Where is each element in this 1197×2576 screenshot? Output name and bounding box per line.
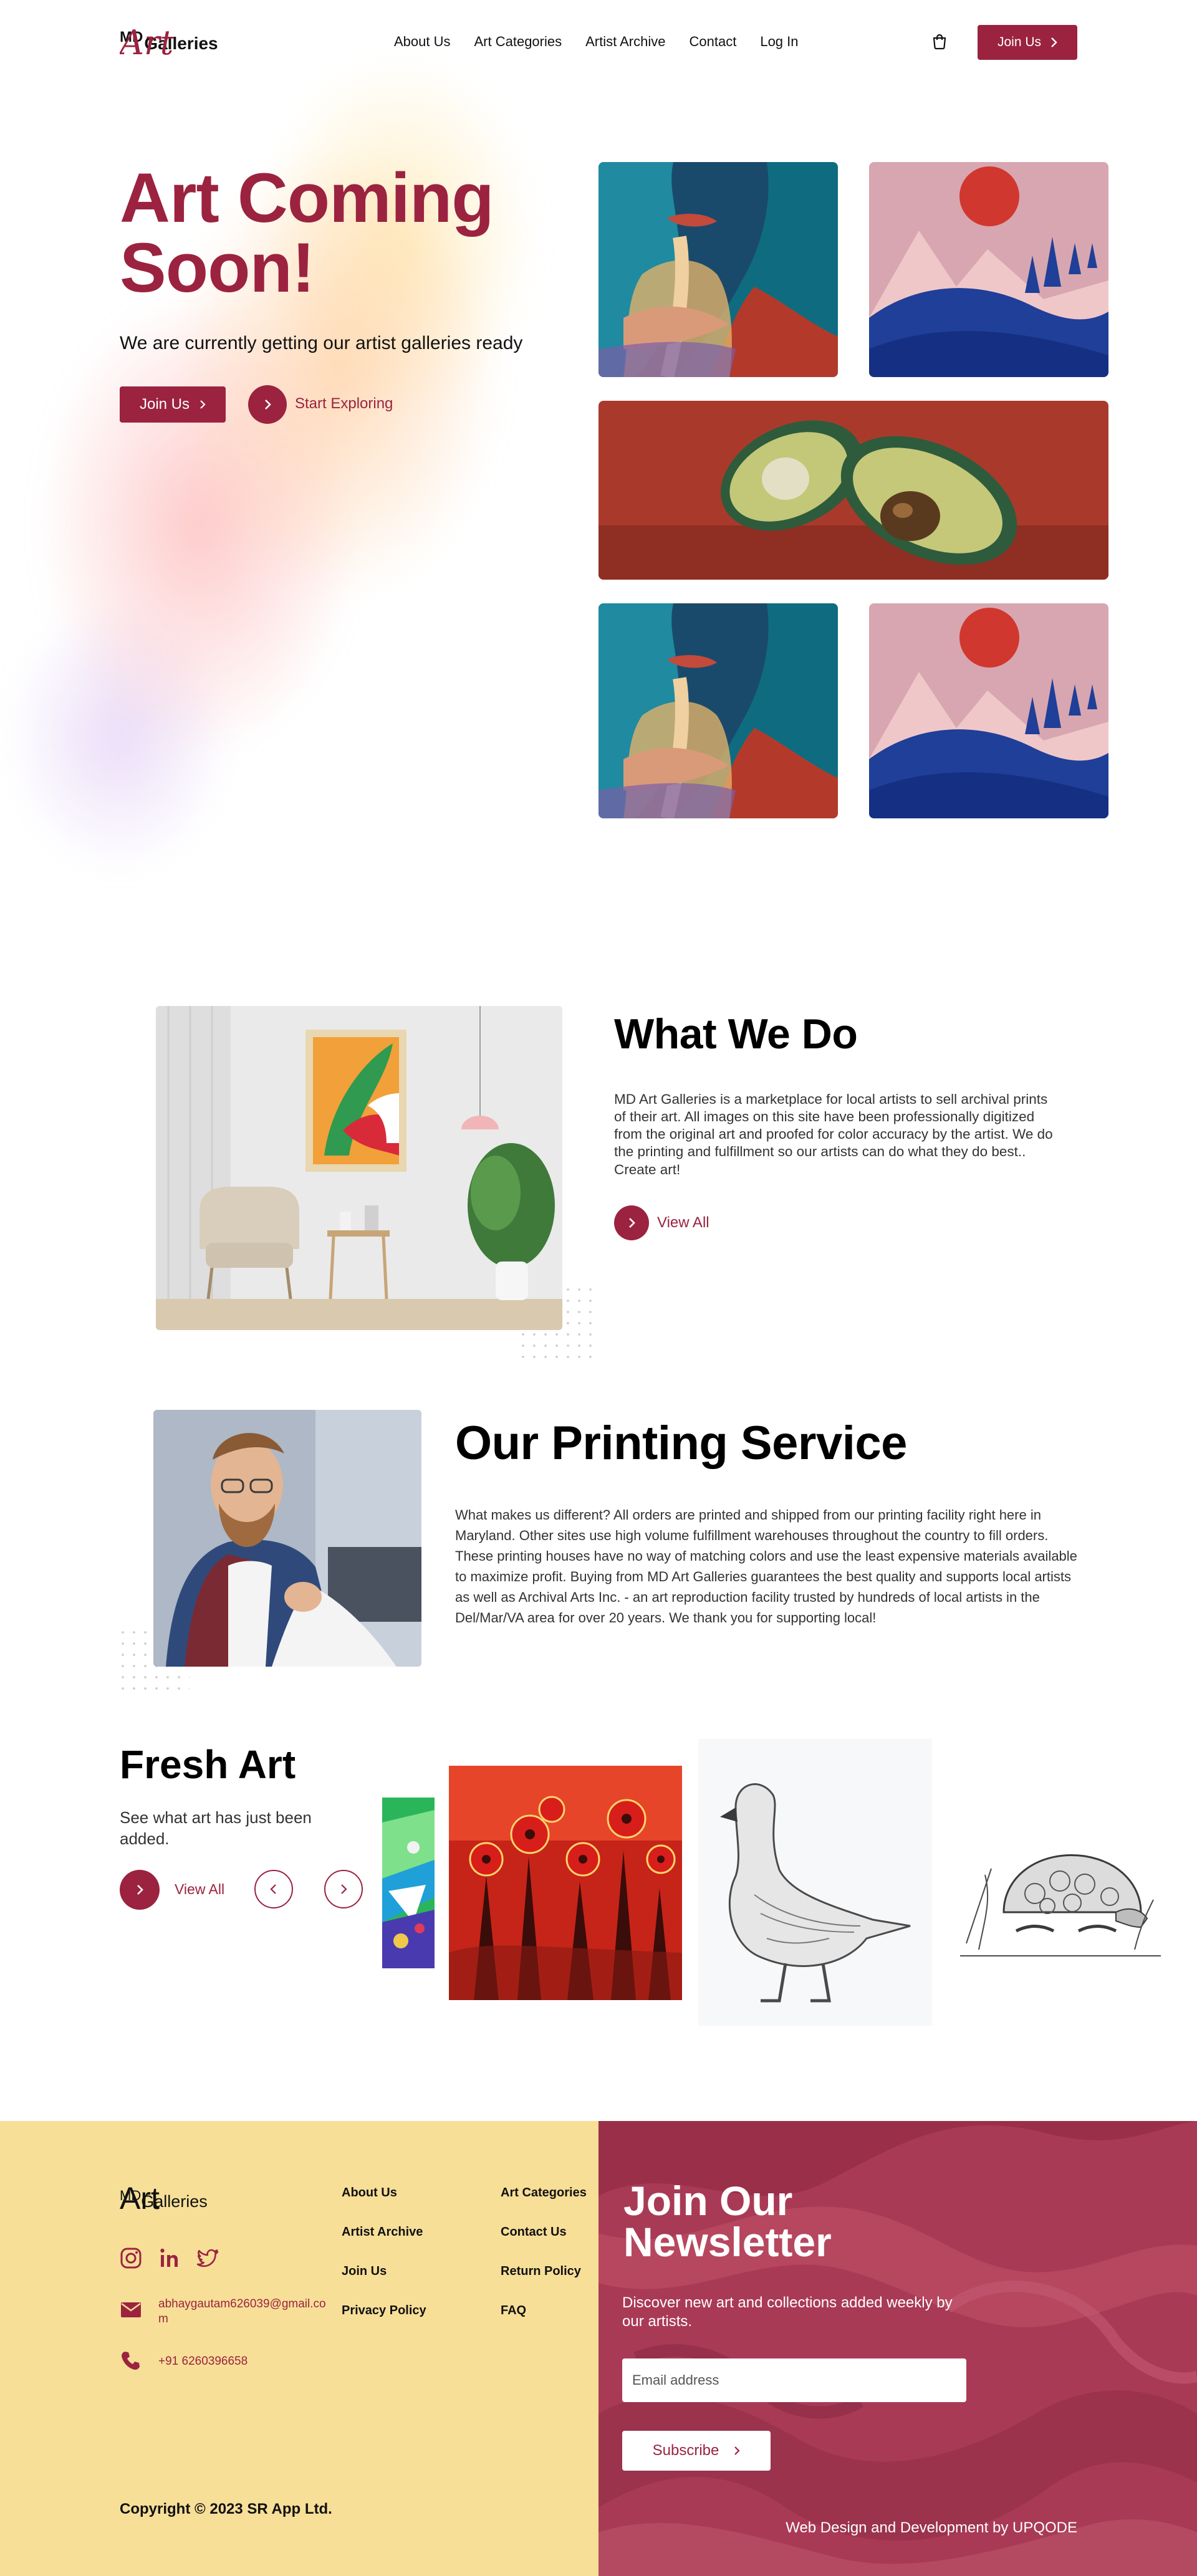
footer-logo[interactable]: MD Art Galleries — [120, 2181, 208, 2216]
newsletter-email-input[interactable] — [622, 2358, 966, 2402]
nav-log-in[interactable]: Log In — [760, 34, 798, 50]
turtle-drawing-image — [960, 1819, 1161, 1973]
nav-contact[interactable]: Contact — [690, 34, 737, 50]
subscribe-button[interactable]: Subscribe — [622, 2431, 771, 2471]
footer-logo-art: Art — [120, 2181, 160, 2216]
site-logo[interactable]: MD Art Galleries — [120, 25, 218, 60]
footer-link-faq[interactable]: FAQ — [501, 2304, 526, 2318]
what-we-do-image — [156, 1006, 562, 1330]
logo-art: Art — [120, 26, 174, 60]
chevron-left-icon — [270, 1884, 276, 1894]
face-artwork-image — [598, 603, 838, 818]
footer-email[interactable]: abhaygautam626039@gmail.com — [158, 2297, 327, 2327]
printer-man-photo — [153, 1410, 421, 1667]
mountain-artwork-image — [869, 603, 1108, 818]
start-exploring-link[interactable]: Start Exploring — [295, 395, 393, 413]
chevron-right-icon — [629, 1218, 635, 1228]
face-artwork-image — [598, 162, 838, 377]
instagram-icon[interactable] — [120, 2247, 142, 2269]
cart-icon[interactable] — [930, 32, 949, 51]
carousel-next-button[interactable] — [324, 1870, 363, 1908]
abstract-artwork-image — [382, 1798, 435, 1968]
copyright-text: Copyright © 2023 SR App Ltd. — [120, 2501, 332, 2517]
chevron-right-icon — [1051, 37, 1057, 47]
twitter-icon[interactable] — [197, 2247, 219, 2269]
mountain-artwork-image — [869, 162, 1108, 377]
chevron-right-icon — [265, 400, 271, 409]
goose-drawing-image — [698, 1739, 932, 2026]
what-we-do-view-icon-button[interactable] — [614, 1205, 649, 1240]
nav-art-categories[interactable]: Art Categories — [474, 34, 562, 50]
art-tile-mountain-2[interactable] — [869, 603, 1108, 818]
poppies-artwork-image — [449, 1766, 682, 2000]
art-tile-mountain[interactable] — [869, 162, 1108, 377]
footer-link-privacy-policy[interactable]: Privacy Policy — [342, 2304, 426, 2318]
footer-phone[interactable]: +91 6260396658 — [158, 2354, 248, 2369]
carousel-prev-button[interactable] — [254, 1870, 293, 1908]
avocado-artwork-image — [598, 401, 1108, 580]
fresh-art-subtitle: See what art has just been added. — [120, 1808, 312, 1848]
newsletter-subtitle: Discover new art and collections added w… — [622, 2294, 953, 2330]
art-tile-face[interactable] — [598, 162, 838, 377]
subscribe-label: Subscribe — [652, 2442, 719, 2459]
start-exploring-icon-button[interactable] — [248, 385, 287, 424]
footer-link-return-policy[interactable]: Return Policy — [501, 2264, 581, 2279]
header-join-label: Join Us — [997, 35, 1042, 49]
what-we-do-view-all-link[interactable]: View All — [657, 1214, 709, 1232]
printing-service-text: What makes us different? All orders are … — [455, 1507, 1077, 1626]
footer-link-art-categories[interactable]: Art Categories — [501, 2186, 587, 2200]
art-tile-face-2[interactable] — [598, 603, 838, 818]
linkedin-icon[interactable] — [158, 2247, 181, 2269]
header-join-button[interactable]: Join Us — [978, 25, 1077, 60]
chevron-right-icon — [137, 1885, 143, 1895]
hero-subtitle: We are currently getting our artist gall… — [120, 333, 523, 353]
mail-icon — [121, 2302, 141, 2317]
fresh-art-title: Fresh Art — [120, 1742, 296, 1787]
footer-link-about-us[interactable]: About Us — [342, 2186, 397, 2200]
phone-icon — [122, 2352, 140, 2370]
fresh-art-item-goose[interactable] — [698, 1739, 932, 2026]
page: MD Art Galleries About Us Art Categories… — [0, 0, 1197, 2576]
footer-link-join-us[interactable]: Join Us — [342, 2264, 387, 2279]
art-tile-avocado[interactable] — [598, 401, 1108, 580]
main-nav: About Us Art Categories Artist Archive C… — [394, 34, 799, 50]
fresh-art-view-icon-button[interactable] — [120, 1870, 160, 1910]
what-we-do-title: What We Do — [614, 1010, 858, 1058]
printing-service-image — [153, 1410, 421, 1667]
chevron-right-icon — [200, 400, 206, 409]
newsletter-title: Join Our Newsletter — [623, 2178, 832, 2265]
hero-join-label: Join Us — [139, 396, 190, 413]
nav-artist-archive[interactable]: Artist Archive — [585, 34, 665, 50]
chevron-right-icon — [341, 1884, 347, 1894]
hero-title: Art Coming Soon! — [120, 159, 494, 307]
what-we-do-text: MD Art Galleries is a marketplace for lo… — [614, 1091, 1053, 1177]
chevron-right-icon — [734, 2446, 740, 2455]
fresh-art-view-all-link[interactable]: View All — [175, 1881, 224, 1898]
hero-join-button[interactable]: Join Us — [120, 386, 226, 423]
footer-link-contact-us[interactable]: Contact Us — [501, 2225, 567, 2239]
design-credit[interactable]: Web Design and Development by UPQODE — [786, 2519, 1077, 2537]
header: MD Art Galleries About Us Art Categories… — [120, 25, 1077, 60]
nav-about-us[interactable]: About Us — [394, 34, 451, 50]
fresh-art-item-turtle[interactable] — [960, 1819, 1161, 1973]
fresh-art-item-abstract[interactable] — [382, 1798, 435, 1968]
living-room-photo — [156, 1006, 562, 1330]
fresh-art-item-poppies[interactable] — [449, 1766, 682, 2000]
printing-service-title: Our Printing Service — [455, 1417, 907, 1470]
footer-link-artist-archive[interactable]: Artist Archive — [342, 2225, 423, 2239]
